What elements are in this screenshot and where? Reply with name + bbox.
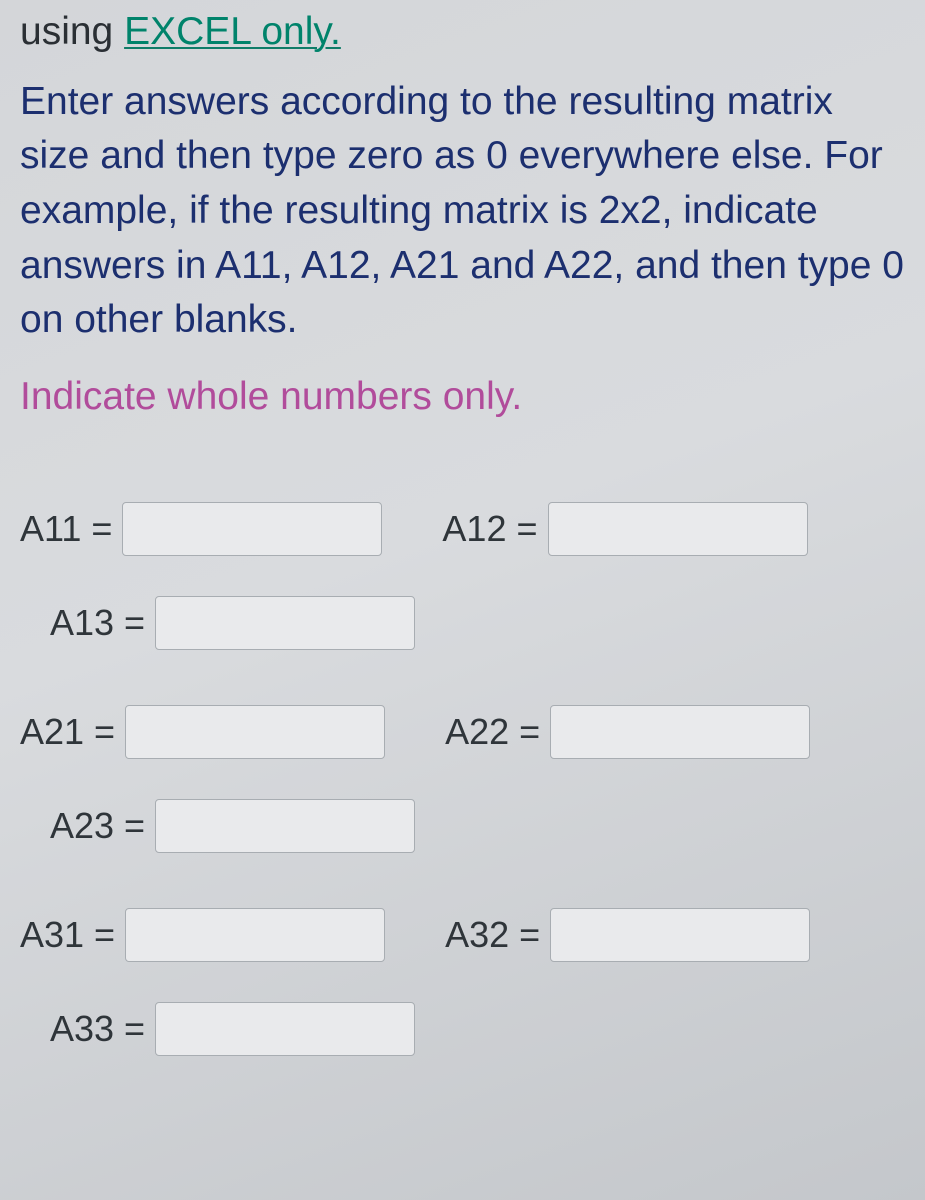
instructions-paragraph: Enter answers according to the resulting… xyxy=(20,75,905,348)
entry-a32: A32 = xyxy=(445,908,810,962)
row-a13: A13 = xyxy=(20,596,905,650)
label-a22: A22 = xyxy=(445,711,540,753)
header-line: using EXCEL only. xyxy=(20,8,905,57)
whole-numbers-note: Indicate whole numbers only. xyxy=(20,372,905,423)
entry-a13: A13 = xyxy=(50,596,415,650)
input-a23[interactable] xyxy=(155,799,415,853)
entry-a31: A31 = xyxy=(20,908,385,962)
entry-a23: A23 = xyxy=(50,799,415,853)
row-a33: A33 = xyxy=(20,1002,905,1056)
entry-a33: A33 = xyxy=(50,1002,415,1056)
row-a31-a32: A31 = A32 = xyxy=(20,908,905,962)
row-a11-a12: A11 = A12 = xyxy=(20,502,905,556)
input-a12[interactable] xyxy=(548,502,808,556)
input-a32[interactable] xyxy=(550,908,810,962)
label-a32: A32 = xyxy=(445,914,540,956)
label-a13: A13 = xyxy=(50,602,145,644)
input-a22[interactable] xyxy=(550,705,810,759)
label-a11: A11 = xyxy=(20,508,112,550)
question-sheet: using EXCEL only. Enter answers accordin… xyxy=(0,0,925,1200)
header-emphasis: EXCEL only. xyxy=(124,10,341,53)
entry-a22: A22 = xyxy=(445,705,810,759)
label-a23: A23 = xyxy=(50,805,145,847)
entry-a21: A21 = xyxy=(20,705,385,759)
label-a33: A33 = xyxy=(50,1008,145,1050)
entry-a11: A11 = xyxy=(20,502,382,556)
header-prefix: using xyxy=(20,10,124,53)
input-a33[interactable] xyxy=(155,1002,415,1056)
answer-form: A11 = A12 = A13 = A21 = A22 = xyxy=(20,502,905,1056)
input-a13[interactable] xyxy=(155,596,415,650)
input-a31[interactable] xyxy=(125,908,385,962)
input-a11[interactable] xyxy=(122,502,382,556)
row-a21-a22: A21 = A22 = xyxy=(20,705,905,759)
input-a21[interactable] xyxy=(125,705,385,759)
label-a21: A21 = xyxy=(20,711,115,753)
label-a12: A12 = xyxy=(442,508,537,550)
entry-a12: A12 = xyxy=(442,502,807,556)
label-a31: A31 = xyxy=(20,914,115,956)
row-a23: A23 = xyxy=(20,799,905,853)
